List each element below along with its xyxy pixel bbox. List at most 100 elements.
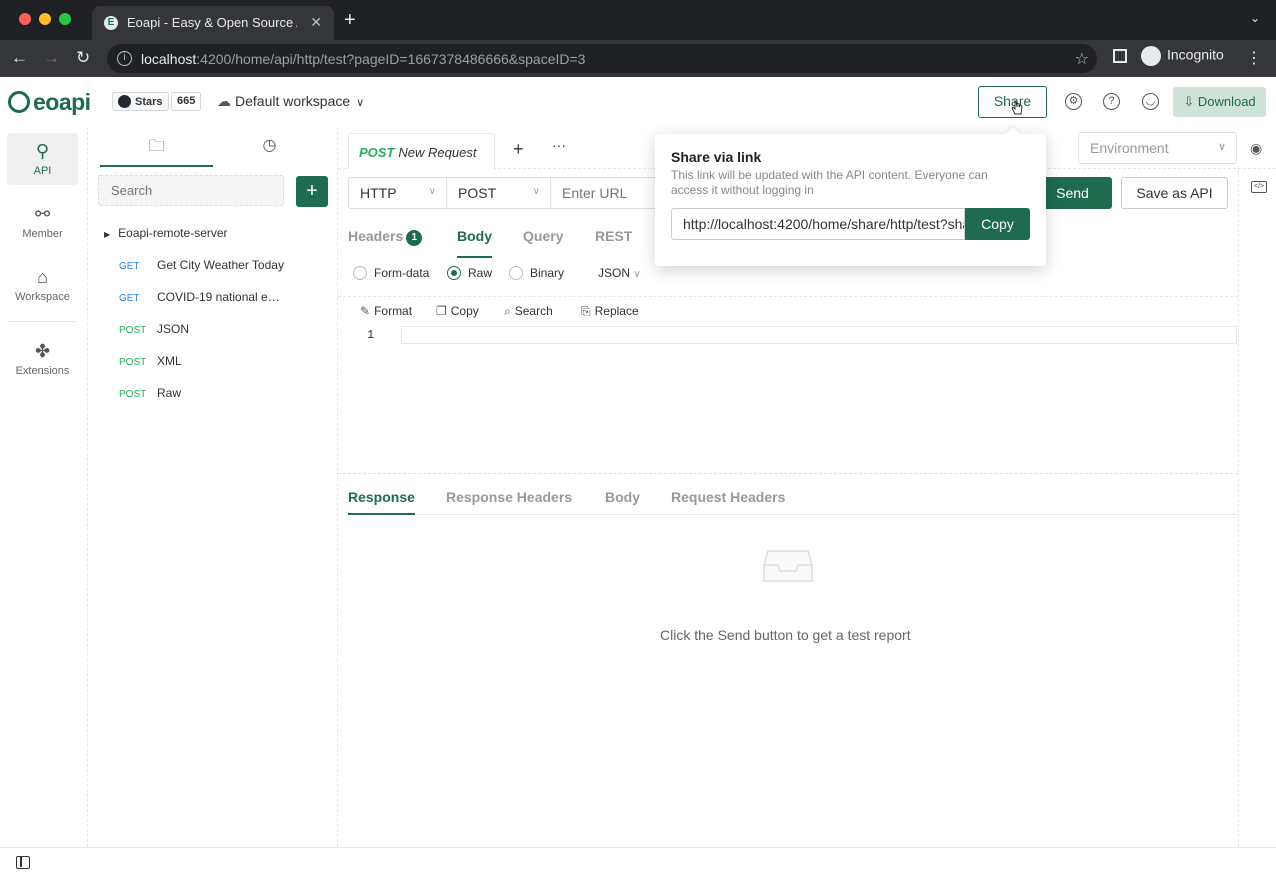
- protocol-value: HTTP: [360, 185, 397, 201]
- forward-icon[interactable]: →: [43, 48, 60, 68]
- tab-headers[interactable]: Headers 1: [348, 228, 423, 258]
- api-name: JSON: [157, 322, 190, 336]
- incognito-indicator[interactable]: Incognito: [1141, 46, 1224, 66]
- close-window-button[interactable]: [19, 13, 31, 25]
- search-input[interactable]: [98, 175, 284, 206]
- radio-form-data[interactable]: Form-data: [353, 266, 429, 280]
- tab-search-icon[interactable]: ⌄: [1250, 11, 1260, 25]
- replace-button[interactable]: ⎘ Replace: [581, 304, 639, 319]
- more-icon[interactable]: ···: [552, 137, 566, 153]
- eoapi-favicon-icon: E: [104, 16, 118, 30]
- tab-response[interactable]: Response: [348, 489, 415, 515]
- resize-splitter[interactable]: ····: [338, 471, 1238, 480]
- settings-icon[interactable]: ⚙: [1065, 93, 1082, 110]
- share-link-field[interactable]: http://localhost:4200/home/share/http/te…: [671, 208, 965, 240]
- github-stars-count[interactable]: 665: [171, 92, 202, 111]
- raw-format-select[interactable]: JSON ∨: [598, 266, 641, 280]
- toggle-sidebar-icon[interactable]: [16, 856, 30, 869]
- code-editor[interactable]: [401, 326, 1237, 344]
- group-item[interactable]: ▶ Eoapi-remote-server: [104, 226, 228, 240]
- format-label: Format: [374, 304, 413, 318]
- eye-icon[interactable]: ◉: [1250, 140, 1262, 157]
- radio-label: Raw: [468, 266, 493, 280]
- grip-icon: ····: [781, 471, 796, 480]
- maximize-window-button[interactable]: [59, 13, 71, 25]
- protocol-select[interactable]: HTTP ∨: [348, 177, 447, 209]
- api-list-item[interactable]: POST Raw: [119, 386, 181, 400]
- api-list-item[interactable]: GET COVID-19 national e…: [119, 290, 280, 304]
- browser-chrome: E Eoapi - Easy & Open Source AI ✕ + ⌄ ← …: [0, 0, 1276, 77]
- tab-request-headers[interactable]: Request Headers: [671, 489, 785, 515]
- close-tab-icon[interactable]: ✕: [310, 14, 322, 31]
- nav-item-extensions[interactable]: ✤ Extensions: [7, 333, 78, 385]
- github-stars-button[interactable]: Stars: [112, 92, 169, 111]
- incognito-icon: [1141, 46, 1161, 66]
- search-button[interactable]: ⌕ Search: [504, 304, 553, 319]
- browser-tab[interactable]: E Eoapi - Easy & Open Source AI ✕: [92, 6, 334, 40]
- empty-state-message: Click the Send button to get a test repo…: [660, 627, 911, 643]
- api-name: Raw: [157, 386, 182, 400]
- tab-query[interactable]: Query: [523, 228, 563, 258]
- bookmark-star-icon[interactable]: ☆: [1075, 49, 1089, 69]
- member-icon: ⚯: [34, 204, 51, 224]
- eoapi-logo-icon: [8, 91, 30, 113]
- add-api-button[interactable]: +: [296, 176, 328, 207]
- share-description: This link will be updated with the API c…: [671, 168, 988, 197]
- chevron-down-icon: ∨: [428, 186, 436, 197]
- nav-item-workspace[interactable]: ⌂ Workspace: [7, 259, 78, 311]
- help-icon[interactable]: ?: [1103, 93, 1120, 110]
- nav-item-member[interactable]: ⚯ Member: [7, 196, 78, 248]
- raw-format-value: JSON: [598, 266, 631, 280]
- tab-response-body[interactable]: Body: [605, 489, 640, 515]
- tab-body[interactable]: Body: [457, 228, 492, 258]
- chevron-down-icon: ∨: [532, 186, 540, 197]
- api-sidebar: 🗀 ◷ + ▶ Eoapi-remote-server GET Get City W…: [88, 127, 338, 847]
- url-path: :4200/home/api/http/test?pageID=16673784…: [196, 51, 586, 67]
- tab-response-headers[interactable]: Response Headers: [446, 489, 572, 515]
- method-tag: GET: [119, 261, 140, 272]
- environment-placeholder: Environment: [1090, 140, 1169, 156]
- add-tab-icon[interactable]: +: [513, 139, 524, 160]
- tab-api-tree[interactable]: 🗀: [100, 135, 213, 167]
- reload-icon[interactable]: ↻: [76, 48, 90, 68]
- user-icon[interactable]: ◡: [1142, 93, 1159, 110]
- radio-circle: [447, 266, 461, 280]
- request-tab[interactable]: POST New Request: [348, 133, 495, 169]
- new-tab-icon[interactable]: +: [344, 9, 356, 32]
- copy-button[interactable]: ❐ Copy: [436, 304, 479, 318]
- search-label: Search: [514, 304, 553, 318]
- radio-raw[interactable]: Raw: [447, 266, 492, 280]
- radio-binary[interactable]: Binary: [509, 266, 564, 280]
- browser-menu-icon[interactable]: ⋮: [1246, 48, 1262, 68]
- status-bar: [0, 847, 1276, 874]
- copy-label: Copy: [450, 304, 479, 318]
- side-panel-icon[interactable]: [1113, 49, 1127, 63]
- back-icon[interactable]: ←: [11, 48, 28, 68]
- copy-link-button[interactable]: Copy: [965, 208, 1030, 240]
- empty-inbox-icon: [763, 550, 813, 582]
- tab-history[interactable]: ◷: [213, 135, 326, 167]
- address-bar[interactable]: i localhost:4200/home/api/http/test?page…: [107, 44, 1097, 73]
- api-list-item[interactable]: POST JSON: [119, 322, 189, 336]
- radio-label: Form-data: [374, 266, 430, 280]
- format-button[interactable]: ✎ Format: [360, 304, 412, 318]
- radio-circle: [509, 266, 523, 280]
- site-info-icon[interactable]: i: [117, 51, 132, 66]
- nav-item-api[interactable]: ⚲ API: [7, 133, 78, 185]
- minimize-window-button[interactable]: [39, 13, 51, 25]
- api-list-item[interactable]: GET Get City Weather Today: [119, 258, 284, 272]
- workspace-selector[interactable]: ☁ Default workspace ∨: [217, 93, 364, 110]
- logo-text: eoapi: [33, 89, 91, 115]
- api-list-item[interactable]: POST XML: [119, 354, 182, 368]
- method-select[interactable]: POST ∨: [446, 177, 551, 209]
- eoapi-logo[interactable]: eoapi: [8, 89, 91, 116]
- api-icon: ⚲: [35, 141, 50, 161]
- environment-select[interactable]: Environment ∨: [1078, 132, 1237, 164]
- folder-icon: 🗀: [148, 138, 165, 155]
- save-as-api-button[interactable]: Save as API: [1121, 177, 1228, 209]
- download-button[interactable]: ⇩ Download: [1173, 87, 1266, 117]
- app-header: eoapi Stars 665 ☁ Default workspace ∨ Shar…: [0, 77, 1276, 127]
- tab-rest[interactable]: REST: [595, 228, 632, 258]
- line-number: 1: [367, 328, 375, 342]
- method-tag: POST: [119, 357, 147, 368]
